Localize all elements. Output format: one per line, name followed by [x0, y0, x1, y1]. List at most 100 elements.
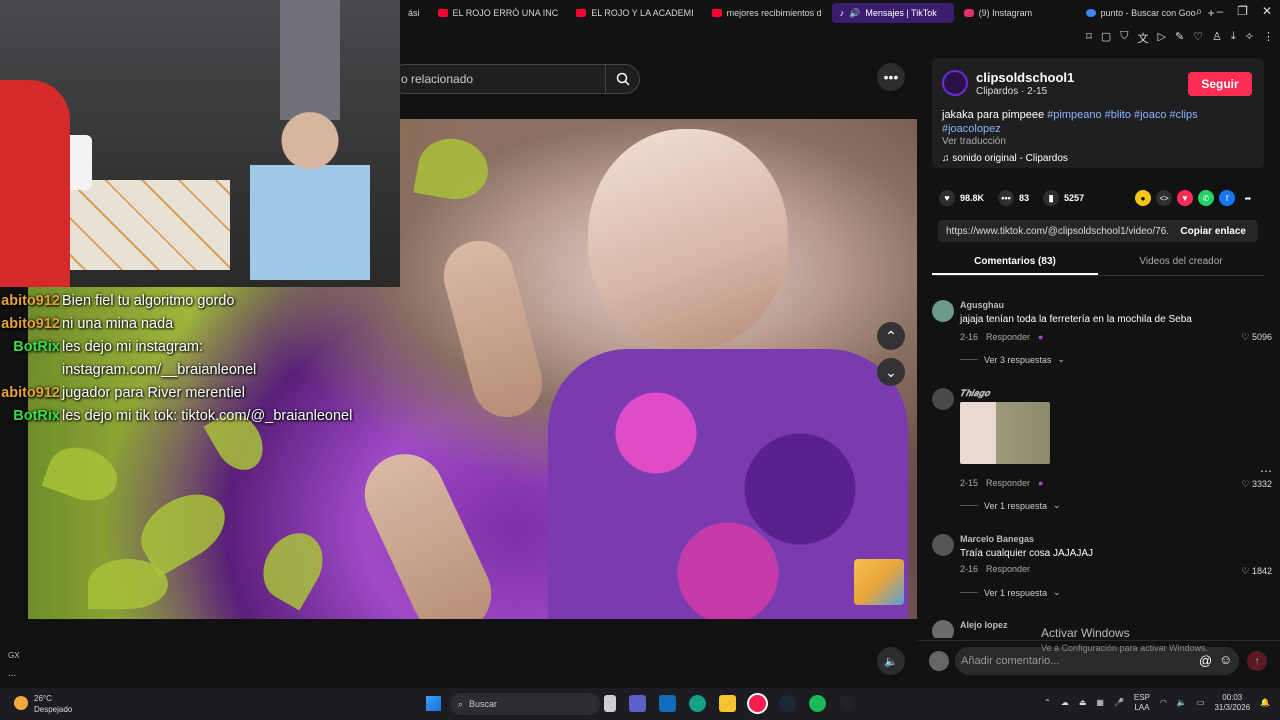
- follow-button[interactable]: Seguir: [1188, 72, 1252, 96]
- reply-button[interactable]: Responder: [986, 478, 1030, 488]
- commenter-name[interactable]: Agusghau: [960, 300, 1004, 310]
- coin-icon[interactable]: ●: [1135, 190, 1151, 206]
- opera-gx-icon[interactable]: [747, 693, 768, 714]
- reply-button[interactable]: Responder: [986, 332, 1030, 342]
- creator-avatar[interactable]: [942, 70, 968, 96]
- volume-button[interactable]: 🔈: [877, 647, 905, 675]
- wifi-icon[interactable]: ◠: [1160, 698, 1167, 708]
- tab-youtube-1[interactable]: EL ROJO ERRÓ UNA INC: [430, 3, 567, 23]
- search-tabs-icon[interactable]: ⌕: [1196, 4, 1203, 19]
- search-icon[interactable]: [605, 65, 639, 93]
- tab-youtube-2[interactable]: EL ROJO Y LA ACADEMI: [568, 3, 701, 23]
- comment-button[interactable]: ••• 83: [998, 190, 1029, 206]
- send-comment-button[interactable]: ↑: [1247, 651, 1267, 671]
- close-icon[interactable]: ✕: [1262, 4, 1272, 19]
- weather-sun-icon[interactable]: [14, 696, 28, 710]
- whatsapp-icon[interactable]: ✆: [1198, 190, 1214, 206]
- share-icon[interactable]: ➦: [1240, 190, 1256, 206]
- comment-item: Agusghau jajaja tenían toda la ferreterí…: [932, 300, 1272, 370]
- commenter-name[interactable]: 𝑻𝒉𝒊𝒂𝒈𝒐: [960, 388, 990, 399]
- language-indicator[interactable]: ESP LAA: [1134, 693, 1150, 713]
- view-replies-button[interactable]: Ver 1 respuesta ⌄: [960, 500, 1061, 511]
- reply-button[interactable]: Responder: [986, 564, 1030, 574]
- search-bar[interactable]: o relacionado: [390, 64, 640, 94]
- volume-icon[interactable]: 🔈: [1177, 698, 1187, 708]
- clock[interactable]: 00:03 31/3/2026: [1214, 693, 1250, 713]
- comment-image[interactable]: [960, 402, 1050, 464]
- outlook-icon[interactable]: [659, 695, 676, 712]
- windows-start-icon[interactable]: [426, 696, 441, 711]
- more-options-button[interactable]: •••: [877, 63, 905, 91]
- usb-icon[interactable]: ⏏: [1079, 698, 1087, 708]
- cloud-icon[interactable]: ☁: [1061, 698, 1069, 708]
- minimize-icon[interactable]: –: [1216, 4, 1223, 19]
- task-view-icon[interactable]: [604, 695, 616, 712]
- gx-label[interactable]: GX: [8, 651, 20, 660]
- tab-creator-videos[interactable]: Videos del creador: [1098, 250, 1264, 275]
- embed-icon[interactable]: <>: [1156, 190, 1172, 206]
- comment-like-button[interactable]: ♡ 5096: [1241, 332, 1272, 343]
- edge-icon[interactable]: [689, 695, 706, 712]
- comment-like-button[interactable]: ♡ 3332: [1241, 479, 1272, 490]
- tab-youtube-3[interactable]: mejores recibimientos d: [704, 3, 830, 23]
- mention-icon[interactable]: @: [1199, 653, 1212, 668]
- streamer-shirt: [0, 80, 70, 287]
- copy-link-button[interactable]: Copiar enlace: [1168, 226, 1258, 237]
- weather-widget[interactable]: 26°C Despejado: [34, 693, 72, 715]
- comment-options-button[interactable]: ⋯: [1260, 464, 1272, 478]
- commenter-avatar[interactable]: [932, 534, 954, 556]
- commenter-name[interactable]: Marcelo Banegas: [960, 534, 1034, 544]
- menu-icon[interactable]: ⋮: [1263, 30, 1274, 46]
- play-icon[interactable]: ▷: [1157, 30, 1165, 46]
- chevron-up-icon[interactable]: ⌃: [1044, 698, 1051, 708]
- creator-avatar-thumbnail[interactable]: [854, 559, 904, 605]
- facebook-icon[interactable]: f: [1219, 190, 1235, 206]
- screenshot-icon[interactable]: ▢: [1101, 30, 1111, 46]
- shield-icon[interactable]: ⛉: [1120, 30, 1128, 46]
- foliage: [41, 438, 125, 510]
- view-replies-button[interactable]: Ver 1 respuesta ⌄: [960, 587, 1061, 598]
- pen-icon[interactable]: ✎: [1175, 30, 1184, 46]
- translate-link[interactable]: Ver traducción: [942, 136, 1006, 147]
- tab-comments[interactable]: Comentarios (83): [932, 250, 1098, 275]
- tab-label: EL ROJO Y LA ACADEMI: [591, 8, 694, 18]
- sound-link[interactable]: ♫ sonido original - Clipardos: [942, 153, 1068, 164]
- spotify-icon[interactable]: [809, 695, 826, 712]
- comment-like-button[interactable]: ♡ 1842: [1241, 566, 1272, 577]
- save-button[interactable]: ▮ 5257: [1043, 190, 1084, 206]
- tab-tiktok-messages[interactable]: ♪ 🔊 Mensajes | TikTok: [831, 3, 954, 23]
- teams-icon[interactable]: [629, 695, 646, 712]
- creator-username[interactable]: clipsoldschool1: [976, 70, 1074, 85]
- heart-icon[interactable]: ♡: [1193, 30, 1203, 46]
- maximize-icon[interactable]: ❐: [1237, 4, 1248, 19]
- bookmark-icon[interactable]: ⌑: [1086, 30, 1092, 46]
- notifications-icon[interactable]: 🔔: [1260, 698, 1270, 708]
- translate-icon[interactable]: 文: [1137, 30, 1148, 46]
- tab-google-search[interactable]: punto - Buscar con Goo: [1078, 3, 1198, 23]
- commenter-avatar[interactable]: [932, 620, 954, 638]
- view-replies-button[interactable]: Ver 3 respuestas ⌄: [960, 354, 1065, 365]
- file-explorer-icon[interactable]: [719, 695, 736, 712]
- account-icon[interactable]: ♙: [1212, 30, 1222, 46]
- send-icon[interactable]: ▼: [1177, 190, 1193, 206]
- tab-instagram[interactable]: (9) Instagram: [956, 3, 1076, 23]
- commenter-avatar[interactable]: [932, 388, 954, 410]
- commenter-name[interactable]: Alejo lopez: [960, 620, 1008, 630]
- ai-icon[interactable]: ✧: [1245, 30, 1254, 46]
- commenter-avatar[interactable]: [932, 300, 954, 322]
- more-icon[interactable]: ...: [8, 668, 16, 679]
- emoji-icon[interactable]: ☺: [1219, 652, 1232, 667]
- like-button[interactable]: ♥ 98.8K: [939, 190, 984, 206]
- download-icon[interactable]: ⤓: [1231, 30, 1236, 46]
- video-url[interactable]: https://www.tiktok.com/@clipsoldschool1/…: [938, 226, 1168, 237]
- search-input[interactable]: o relacionado: [391, 72, 605, 86]
- taskbar-search[interactable]: ⌕ Buscar: [450, 693, 600, 715]
- steam-icon[interactable]: [779, 695, 796, 712]
- microphone-icon[interactable]: 🎤: [1114, 698, 1124, 708]
- tab-partial[interactable]: ási: [400, 3, 428, 23]
- next-video-button[interactable]: ⌄: [877, 358, 905, 386]
- opera-icon[interactable]: [839, 695, 856, 712]
- network-icon[interactable]: ▦: [1096, 698, 1104, 708]
- battery-icon[interactable]: ▭: [1197, 698, 1205, 708]
- previous-video-button[interactable]: ⌃: [877, 322, 905, 350]
